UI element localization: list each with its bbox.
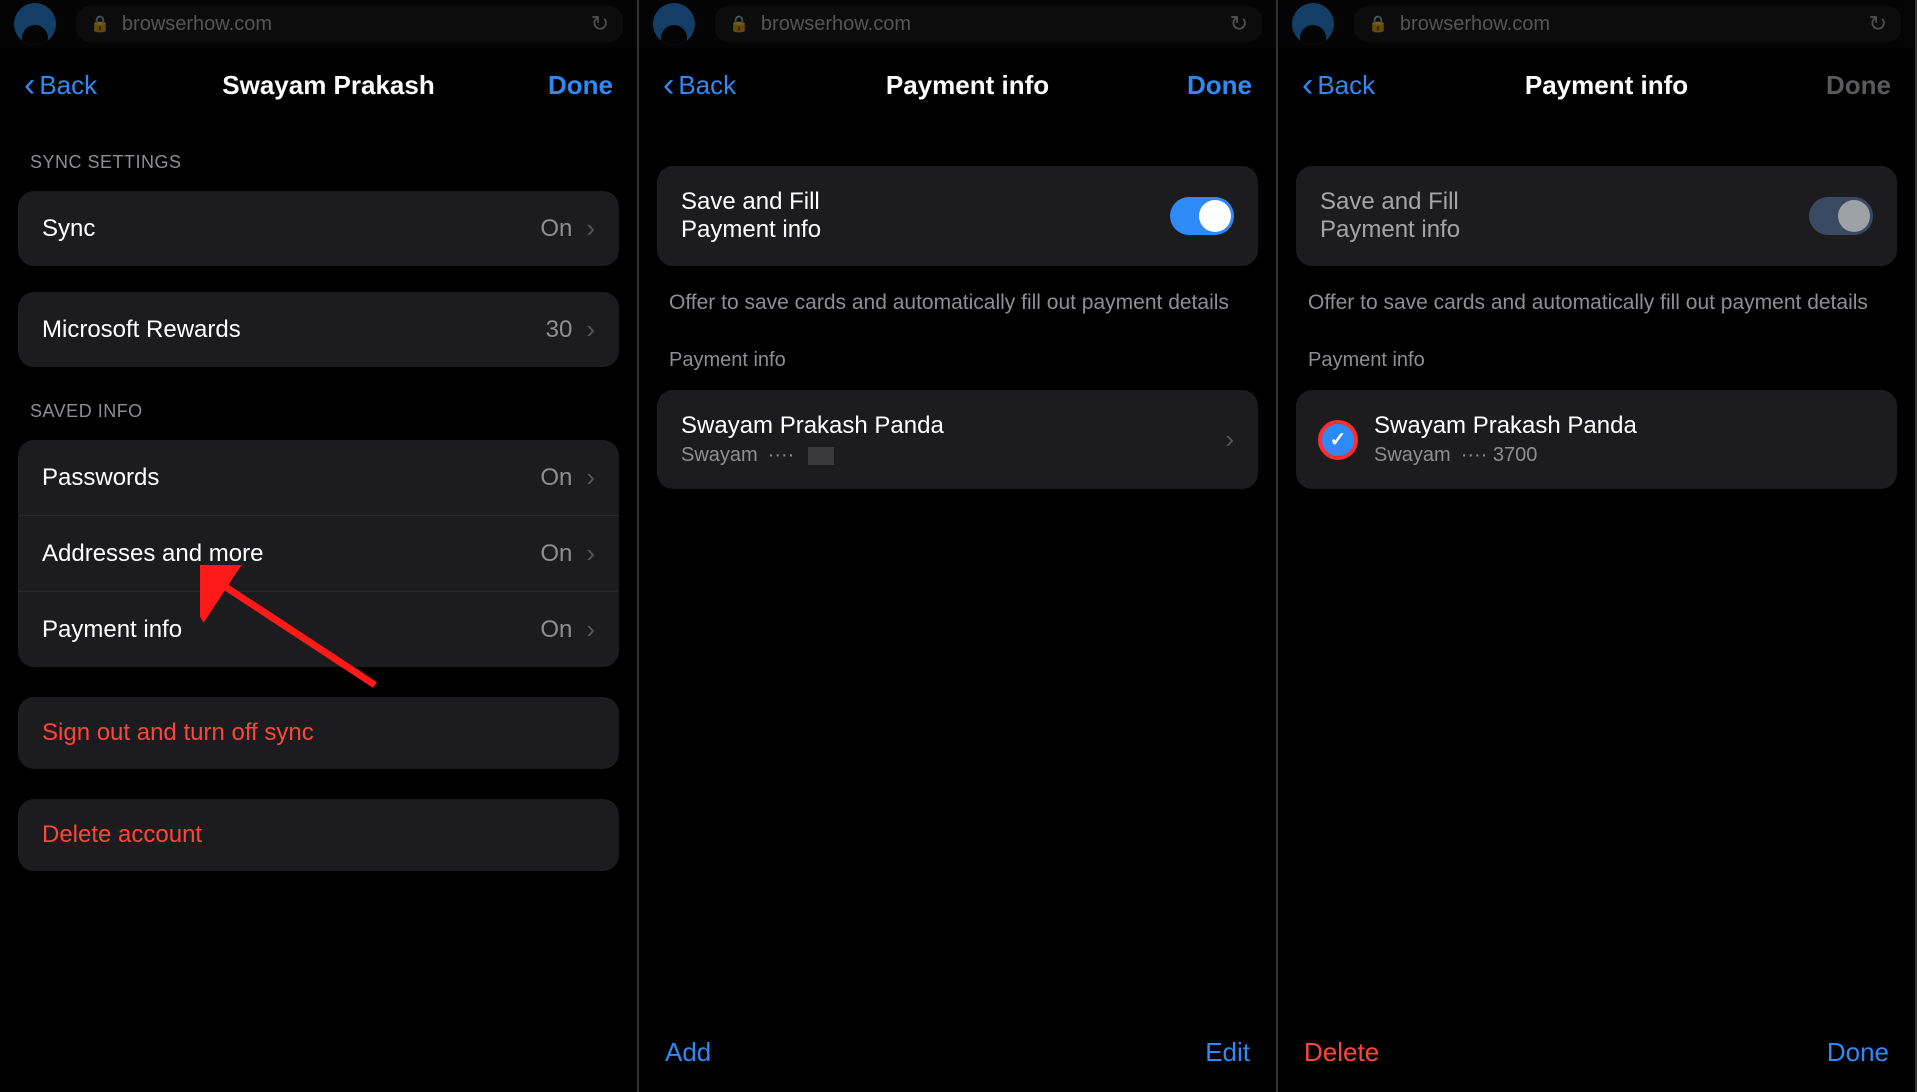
bottom-toolbar: Delete Done (1278, 1015, 1915, 1092)
row-save-fill-toggle[interactable]: Save and Fill Payment info (657, 166, 1258, 266)
lock-icon: 🔒 (90, 14, 110, 34)
sync-card: Sync On › (18, 191, 619, 266)
toggle-save-fill-dim[interactable] (1809, 197, 1873, 235)
row-addresses[interactable]: Addresses and more On › (18, 515, 619, 591)
browser-bar: 🔒 browserhow.com ↻ (0, 0, 637, 48)
reload-icon[interactable]: ↻ (591, 11, 609, 37)
save-fill-card: Save and Fill Payment info (657, 166, 1258, 266)
profile-avatar[interactable] (1292, 3, 1334, 45)
page-title: Payment info (886, 70, 1049, 101)
profile-avatar[interactable] (14, 3, 56, 45)
url-text: browserhow.com (122, 13, 272, 36)
save-fill-card: Save and Fill Payment info (1296, 166, 1897, 266)
done-button-disabled: Done (1826, 70, 1891, 100)
helper-text: Offer to save cards and automatically fi… (639, 270, 1276, 323)
url-box[interactable]: 🔒 browserhow.com ↻ (715, 6, 1262, 42)
done-button[interactable]: Done (1187, 70, 1252, 100)
chevron-right-icon: › (586, 213, 595, 244)
section-header-sync: SYNC SETTINGS (0, 122, 637, 187)
payment-sheet: ‹ Back Payment info Done Save and Fill P… (639, 48, 1276, 1092)
back-button[interactable]: ‹ Back (24, 68, 164, 102)
helper-text: Offer to save cards and automatically fi… (1278, 270, 1915, 323)
redacted-block-icon (808, 447, 834, 465)
nav-header: ‹ Back Swayam Prakash Done (0, 48, 637, 122)
chevron-right-icon: › (1225, 424, 1234, 455)
done-bottom-button[interactable]: Done (1827, 1037, 1889, 1068)
chevron-left-icon: ‹ (663, 68, 674, 102)
saved-info-card: Passwords On › Addresses and more On › P… (18, 440, 619, 667)
edit-button[interactable]: Edit (1205, 1037, 1250, 1068)
page-title: Swayam Prakash (222, 70, 434, 101)
done-button[interactable]: Done (548, 70, 613, 100)
row-card-entry-select[interactable]: ✓ Swayam Prakash Panda Swayam ···· 3700 (1296, 390, 1897, 489)
lock-icon: 🔒 (729, 14, 749, 34)
chevron-right-icon: › (586, 314, 595, 345)
back-button[interactable]: ‹ Back (1302, 68, 1442, 102)
row-card-entry[interactable]: Swayam Prakash Panda Swayam ···· › (657, 390, 1258, 489)
row-delete-account[interactable]: Delete account (18, 799, 619, 871)
row-passwords[interactable]: Passwords On › (18, 440, 619, 515)
chevron-right-icon: › (586, 614, 595, 645)
url-text: browserhow.com (1400, 13, 1550, 36)
saved-card-item: Swayam Prakash Panda Swayam ···· › (657, 390, 1258, 489)
bottom-toolbar: Add Edit (639, 1015, 1276, 1092)
checkmark-selected-icon[interactable]: ✓ (1320, 422, 1356, 458)
row-sign-out[interactable]: Sign out and turn off sync (18, 697, 619, 769)
panel-payment-info: 🔒 browserhow.com ↻ ‹ Back Payment info D… (639, 0, 1278, 1092)
browser-bar: 🔒 browserhow.com ↻ (639, 0, 1276, 48)
delete-account-card: Delete account (18, 799, 619, 871)
url-text: browserhow.com (761, 13, 911, 36)
lock-icon: 🔒 (1368, 14, 1388, 34)
delete-button[interactable]: Delete (1304, 1037, 1379, 1068)
chevron-right-icon: › (586, 462, 595, 493)
page-title: Payment info (1525, 70, 1688, 101)
add-button[interactable]: Add (665, 1037, 711, 1068)
chevron-left-icon: ‹ (1302, 68, 1313, 102)
panel-payment-info-edit: 🔒 browserhow.com ↻ ‹ Back Payment info D… (1278, 0, 1917, 1092)
section-header-payment: Payment info (1278, 323, 1915, 386)
settings-sheet: ‹ Back Swayam Prakash Done SYNC SETTINGS… (0, 48, 637, 1092)
row-rewards[interactable]: Microsoft Rewards 30 › (18, 292, 619, 367)
nav-header: ‹ Back Payment info Done (1278, 48, 1915, 122)
nav-header: ‹ Back Payment info Done (639, 48, 1276, 122)
chevron-right-icon: › (586, 538, 595, 569)
reload-icon[interactable]: ↻ (1869, 11, 1887, 37)
back-button[interactable]: ‹ Back (663, 68, 803, 102)
payment-sheet-edit: ‹ Back Payment info Done Save and Fill P… (1278, 48, 1915, 1092)
chevron-left-icon: ‹ (24, 68, 35, 102)
saved-card-item-selectable: ✓ Swayam Prakash Panda Swayam ···· 3700 (1296, 390, 1897, 489)
section-header-saved: SAVED INFO (0, 371, 637, 436)
signout-card: Sign out and turn off sync (18, 697, 619, 769)
row-save-fill-toggle[interactable]: Save and Fill Payment info (1296, 166, 1897, 266)
browser-bar: 🔒 browserhow.com ↻ (1278, 0, 1915, 48)
url-box[interactable]: 🔒 browserhow.com ↻ (1354, 6, 1901, 42)
profile-avatar[interactable] (653, 3, 695, 45)
row-sync[interactable]: Sync On › (18, 191, 619, 266)
url-box[interactable]: 🔒 browserhow.com ↻ (76, 6, 623, 42)
toggle-save-fill[interactable] (1170, 197, 1234, 235)
section-header-payment: Payment info (639, 323, 1276, 386)
row-payment-info[interactable]: Payment info On › (18, 591, 619, 667)
panel-account-settings: 🔒 browserhow.com ↻ ‹ Back Swayam Prakash… (0, 0, 639, 1092)
reload-icon[interactable]: ↻ (1230, 11, 1248, 37)
rewards-card: Microsoft Rewards 30 › (18, 292, 619, 367)
